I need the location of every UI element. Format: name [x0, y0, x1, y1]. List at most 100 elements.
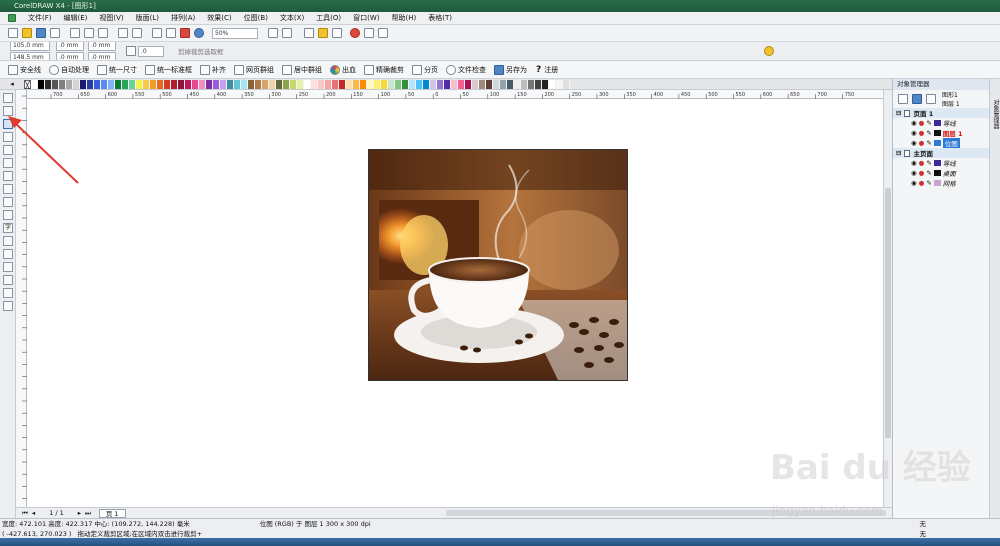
scrollbar-thumb[interactable]: [885, 188, 891, 438]
cmd-bleed[interactable]: 出血: [328, 64, 356, 75]
height-field[interactable]: 148.5 mm: [10, 51, 50, 60]
snap-icon[interactable]: [282, 28, 292, 38]
palette-swatch[interactable]: [500, 79, 507, 89]
print-toggle-icon[interactable]: ●: [919, 139, 925, 147]
last-page-icon[interactable]: ⏭: [85, 509, 91, 518]
cmd-uniform-size[interactable]: 统一尺寸: [95, 64, 137, 75]
palette-swatch[interactable]: [465, 79, 472, 89]
edit-pencil-icon[interactable]: ✎: [926, 139, 931, 147]
options-icon[interactable]: [318, 28, 328, 38]
palette-swatch[interactable]: [458, 79, 465, 89]
fill-tool-icon[interactable]: [3, 288, 13, 298]
palette-swatch[interactable]: [45, 79, 52, 89]
palette-swatch[interactable]: [164, 79, 171, 89]
palette-swatch[interactable]: [283, 79, 290, 89]
palette-swatch[interactable]: [199, 79, 206, 89]
palette-swatch[interactable]: [31, 79, 38, 89]
coffee-bitmap[interactable]: [368, 149, 628, 381]
pick-tool-icon[interactable]: [3, 93, 13, 103]
menu-effects[interactable]: 效果(C): [207, 13, 231, 23]
palette-swatch[interactable]: [423, 79, 430, 89]
palette-swatch[interactable]: [87, 79, 94, 89]
visibility-eye-icon[interactable]: ◉: [911, 159, 917, 167]
undo-icon[interactable]: [118, 28, 128, 38]
palette-swatch[interactable]: [381, 79, 388, 89]
object-group-1[interactable]: ⊟ 主页面: [893, 148, 989, 158]
palette-swatch[interactable]: [178, 79, 185, 89]
palette-swatch[interactable]: [171, 79, 178, 89]
palette-swatch[interactable]: [129, 79, 136, 89]
menu-bitmaps[interactable]: 位图(B): [244, 13, 268, 23]
palette-swatch[interactable]: [101, 79, 108, 89]
menu-window[interactable]: 窗口(W): [353, 13, 379, 23]
cmd-file-check[interactable]: 文件检查: [444, 64, 486, 75]
object-layer-row[interactable]: ◉ ● ✎ 导线: [893, 158, 989, 168]
object-layer-row[interactable]: ◉ ● ✎ 位图: [893, 138, 989, 148]
horizontal-ruler[interactable]: 700 650 600 550 500 450 400 350 300 250 200 150 100 5…: [27, 90, 883, 99]
angle-field[interactable]: .0: [138, 45, 164, 57]
cmd-safety-line[interactable]: 安全线: [6, 64, 41, 75]
copy-icon[interactable]: [84, 28, 94, 38]
palette-swatch[interactable]: [430, 79, 437, 89]
palette-swatch[interactable]: [276, 79, 283, 89]
palette-swatch[interactable]: [528, 79, 535, 89]
text-tool-icon[interactable]: 字: [3, 223, 13, 233]
menu-edit[interactable]: 编辑(E): [64, 13, 88, 23]
palette-swatch[interactable]: [542, 79, 549, 89]
palette-swatch[interactable]: [339, 79, 346, 89]
palette-swatch[interactable]: [304, 79, 311, 89]
object-layer-row[interactable]: ◉ ● ✎ 导线: [893, 118, 989, 128]
palette-swatch[interactable]: [227, 79, 234, 89]
cmd-auto-process[interactable]: 自动处理: [47, 64, 89, 75]
visibility-eye-icon[interactable]: ◉: [911, 119, 917, 127]
first-page-icon[interactable]: ⏮: [22, 509, 28, 518]
palette-swatch[interactable]: [556, 79, 563, 89]
palette-swatch[interactable]: [360, 79, 367, 89]
palette-swatch[interactable]: [444, 79, 451, 89]
palette-swatch[interactable]: [493, 79, 500, 89]
palette-swatch[interactable]: [318, 79, 325, 89]
macro-icon[interactable]: [304, 28, 314, 38]
palette-swatch[interactable]: [143, 79, 150, 89]
palette-swatch[interactable]: [52, 79, 59, 89]
palette-swatch[interactable]: [451, 79, 458, 89]
no-color-swatch[interactable]: ╳: [24, 79, 31, 89]
palette-swatch[interactable]: [416, 79, 423, 89]
expand-toggle-icon[interactable]: ⊟: [896, 149, 901, 157]
open-file-icon[interactable]: [22, 28, 32, 38]
palette-swatch[interactable]: [514, 79, 521, 89]
page-tab-1[interactable]: 页 1: [98, 508, 126, 518]
visibility-eye-icon[interactable]: ◉: [911, 129, 917, 137]
palette-swatch[interactable]: [388, 79, 395, 89]
palette-swatch[interactable]: [346, 79, 353, 89]
menu-tools[interactable]: 工具(O): [316, 13, 341, 23]
menu-arrange[interactable]: 排列(A): [171, 13, 195, 23]
y-position-field[interactable]: .0 mm: [56, 51, 84, 60]
object-layer-row[interactable]: ◉ ● ✎ 桌面: [893, 168, 989, 178]
palette-scroll-left-icon[interactable]: ◂: [0, 80, 24, 88]
cmd-paginate[interactable]: 分页: [410, 64, 438, 75]
palette-swatch[interactable]: [157, 79, 164, 89]
cmd-save-as[interactable]: 另存为: [492, 64, 527, 75]
full-screen-icon[interactable]: [268, 28, 278, 38]
palette-swatch[interactable]: [395, 79, 402, 89]
palette-swatch[interactable]: [38, 79, 45, 89]
outline-tool-icon[interactable]: [3, 275, 13, 285]
menu-table[interactable]: 表格(T): [428, 13, 452, 23]
print-icon[interactable]: [50, 28, 60, 38]
menu-text[interactable]: 文本(X): [280, 13, 304, 23]
object-layer-row[interactable]: ◉ ● ✎ 网格: [893, 178, 989, 188]
palette-swatch[interactable]: [241, 79, 248, 89]
palette-swatch[interactable]: [108, 79, 115, 89]
x-position-field[interactable]: .0 mm: [56, 42, 84, 51]
cmd-web-group[interactable]: 网页群组: [232, 64, 274, 75]
menu-view[interactable]: 视图(V): [99, 13, 123, 23]
visibility-eye-icon[interactable]: ◉: [911, 169, 917, 177]
import-icon[interactable]: [152, 28, 162, 38]
palette-swatch[interactable]: [185, 79, 192, 89]
pause-icon[interactable]: [378, 28, 388, 38]
hint-bulb-icon[interactable]: [763, 46, 774, 56]
prev-page-icon[interactable]: ◂: [32, 509, 35, 517]
new-file-icon[interactable]: [8, 28, 18, 38]
palette-swatch[interactable]: [66, 79, 73, 89]
